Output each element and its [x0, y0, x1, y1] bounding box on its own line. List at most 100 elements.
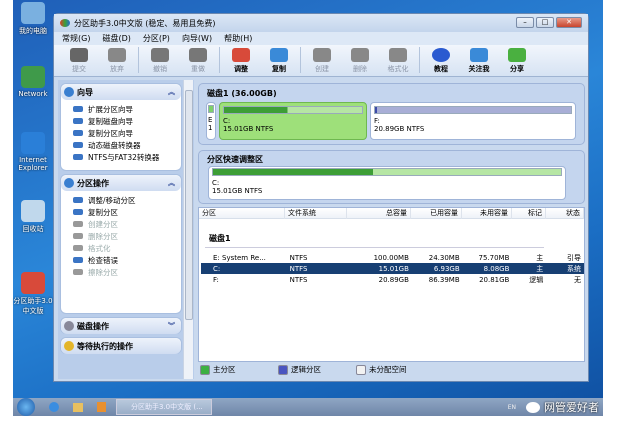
close-button[interactable]: ✕ — [556, 17, 582, 28]
table-cell: 8.08GB — [483, 264, 510, 273]
sidebar-partition-op[interactable]: 格式化 — [61, 242, 181, 254]
toolbar-label: 分享 — [510, 65, 524, 73]
item-label: 删除分区 — [88, 231, 118, 241]
column-header[interactable]: 状态 — [546, 207, 584, 219]
item-label: 复制磁盘向导 — [88, 116, 133, 126]
partition-op-icon — [73, 221, 83, 227]
desktop-icon[interactable]: 回收站 — [13, 200, 53, 234]
toolbar-label: 教程 — [434, 65, 448, 73]
toolbar-button[interactable]: 撤销 — [141, 48, 179, 76]
item-label: 复制分区向导 — [88, 128, 133, 138]
column-header[interactable]: 已用容量 — [411, 207, 462, 219]
wizard-item-icon — [73, 154, 83, 160]
sidebar-scrollbar[interactable] — [183, 80, 193, 379]
network-icon — [21, 66, 45, 88]
expand-icon[interactable]: ︾ — [168, 321, 175, 331]
sidebar-wizard-item[interactable]: 复制磁盘向导 — [61, 115, 181, 127]
desktop-icon[interactable]: Internet Explorer — [13, 132, 53, 172]
toolbar-button[interactable]: 分享 — [498, 48, 536, 76]
section-title: 等待执行的操作 — [77, 341, 133, 351]
toolbar-button[interactable]: 复制 — [260, 48, 298, 76]
desktop-icon-label: 我的电脑 — [19, 27, 47, 35]
minimize-button[interactable]: – — [516, 17, 534, 28]
toolbar-button[interactable]: 重做 — [179, 48, 217, 76]
sidebar-partition-op[interactable]: 删除分区 — [61, 230, 181, 242]
table-row[interactable]: E: System Re... NTFS 100.00MB 24.30MB 75.70M… — [201, 252, 584, 263]
sidebar-partition-op[interactable]: 创建分区 — [61, 218, 181, 230]
partition-info: 20.89GB NTFS — [374, 125, 425, 133]
toolbar-button[interactable]: 教程 — [422, 48, 460, 76]
disk-ops-section[interactable]: 磁盘操作 ︾ — [60, 317, 182, 334]
menu-item[interactable]: 帮助(H) — [224, 33, 252, 44]
toolbar-button[interactable]: 删除 — [341, 48, 379, 76]
column-header[interactable]: 未用容量 — [462, 207, 512, 219]
sidebar-wizard-item[interactable]: 扩展分区向导 — [61, 103, 181, 115]
language-indicator[interactable]: EN — [508, 404, 516, 411]
sidebar-wizard-item[interactable]: NTFS与FAT32转换器 — [61, 151, 181, 163]
toolbar-button[interactable]: 调整 — [222, 48, 260, 76]
partition-ops-header[interactable]: 分区操作 ︽ — [61, 175, 181, 191]
table-cell: 20.89GB — [378, 275, 409, 284]
toolbar-separator — [419, 47, 420, 73]
toolbar-label: 删除 — [353, 65, 367, 73]
column-header[interactable]: 文件系统 — [285, 207, 347, 219]
start-button[interactable] — [17, 398, 35, 416]
media-taskbar-icon[interactable] — [97, 402, 106, 412]
taskbar-task[interactable]: 分区助手3.0中文版 (... — [116, 399, 212, 415]
table-cell: 引导 — [567, 253, 582, 262]
folder-taskbar-icon[interactable] — [73, 402, 83, 412]
desktop-icon[interactable]: Network — [13, 66, 53, 98]
toolbar-button[interactable]: 放弃 — [98, 48, 136, 76]
item-label: 扩展分区向导 — [88, 104, 133, 114]
wizard-header[interactable]: 向导 ︽ — [61, 84, 181, 100]
partition-e[interactable]: E 1 — [206, 102, 216, 140]
column-header[interactable]: 总容量 — [347, 207, 411, 219]
toolbar-icon — [108, 48, 126, 62]
desktop-icon[interactable]: 我的电脑 — [13, 2, 53, 36]
toolbar-icon — [389, 48, 407, 62]
menu-item[interactable]: 分区(P) — [143, 33, 170, 44]
ie-icon — [21, 132, 45, 154]
title-bar: 分区助手3.0中文版 (稳定、易用且免费) – □ ✕ — [54, 14, 588, 32]
sidebar-partition-op[interactable]: 检查错误 — [61, 254, 181, 266]
menu-item[interactable]: 常规(G) — [62, 33, 90, 44]
column-header[interactable]: 标记 — [512, 207, 546, 219]
wizard-item-icon — [73, 106, 83, 112]
pending-ops-section[interactable]: 等待执行的操作 — [60, 337, 182, 354]
collapse-icon[interactable]: ︽ — [168, 178, 175, 188]
table-row[interactable]: C: NTFS 15.01GB 6.93GB 8.08GB 主 系统 — [201, 263, 584, 274]
partition-name: F: — [374, 117, 380, 125]
toolbar-icon — [70, 48, 88, 62]
toolbar-icon — [270, 48, 288, 62]
collapse-icon[interactable]: ︽ — [168, 87, 175, 97]
maximize-button[interactable]: □ — [536, 17, 554, 28]
toolbar-button[interactable]: 格式化 — [379, 48, 417, 76]
sidebar-partition-op[interactable]: 擦除分区 — [61, 266, 181, 278]
sidebar-partition-op[interactable]: 复制分区 — [61, 206, 181, 218]
toolbar-button[interactable]: 关注我 — [460, 48, 498, 76]
toolbar-label: 关注我 — [468, 65, 490, 73]
legend-swatch — [278, 364, 288, 375]
toolbar-icon — [189, 48, 207, 62]
item-label: 动态磁盘转换器 — [88, 140, 141, 150]
toolbar-button[interactable]: 提交 — [60, 48, 98, 76]
sidebar-wizard-item[interactable]: 复制分区向导 — [61, 127, 181, 139]
table-cell: 系统 — [567, 264, 582, 273]
table-cell: 24.30MB — [428, 253, 460, 262]
partition-c[interactable]: C: 15.01GB NTFS — [219, 102, 367, 140]
sidebar-partition-op[interactable]: 调整/移动分区 — [61, 194, 181, 206]
legend-swatch — [356, 364, 366, 375]
menu-item[interactable]: 向导(W) — [182, 33, 212, 44]
ie-taskbar-icon[interactable] — [49, 402, 59, 412]
menu-item[interactable]: 磁盘(D) — [102, 33, 130, 44]
quick-adjust-slider[interactable]: C: 15.01GB NTFS — [208, 166, 566, 200]
column-header[interactable]: 分区 — [199, 207, 285, 219]
sidebar-wizard-item[interactable]: 动态磁盘转换器 — [61, 139, 181, 151]
toolbar-button[interactable]: 创建 — [303, 48, 341, 76]
item-label: 检查错误 — [88, 255, 118, 265]
item-label: 擦除分区 — [88, 267, 118, 277]
desktop-icon[interactable]: 分区助手3.0中文版 — [13, 272, 53, 316]
table-cell: 86.39MB — [428, 275, 460, 284]
partition-f[interactable]: F: 20.89GB NTFS — [370, 102, 576, 140]
table-row[interactable]: F: NTFS 20.89GB 86.39MB 20.81GB 逻辑 无 — [201, 274, 584, 285]
